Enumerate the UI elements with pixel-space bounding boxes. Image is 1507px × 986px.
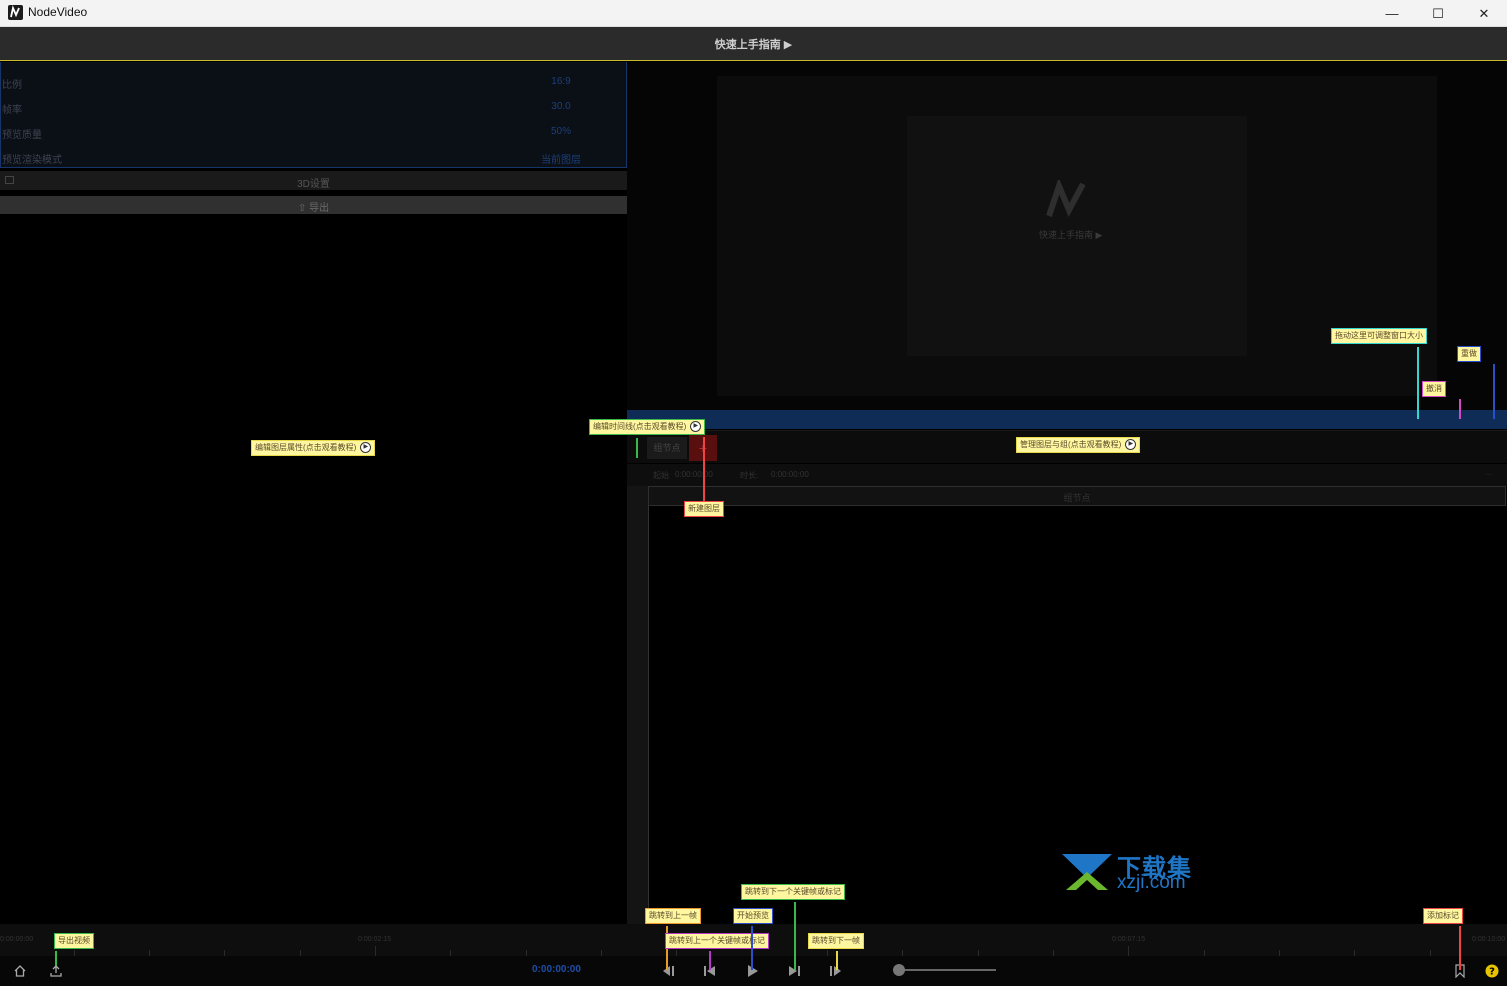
ruler-tick [1128,946,1129,956]
property-row-preview-quality[interactable]: 预览质量 50% [1,120,626,144]
callout-prev-frame[interactable]: 跳转到上一帧 [645,908,701,924]
app-title: NodeVideo [28,5,88,19]
group-node-row[interactable]: 组节点 [648,486,1506,506]
layer-rail [627,464,648,924]
zoom-slider-track[interactable] [898,969,996,971]
callout-line [1417,347,1419,419]
property-label: 预览渲染模式 [2,155,62,166]
settings-3d-label: 3D设置 [297,179,330,190]
callout-undo[interactable]: 撤消 [1422,381,1446,397]
play-circle-icon: ▶ [1125,439,1137,451]
callout-edit-timeline[interactable]: 编辑时间线(点击观看教程) ▶ [589,419,706,435]
watermark-url: xzji.com [1117,872,1186,893]
upload-icon: ⇧ [297,203,310,214]
callout-edit-layer-props[interactable]: 编辑图层属性(点击观看教程) ▶ [251,440,376,456]
preview-guide-label[interactable]: 快速上手指南 ▶ [1039,228,1102,241]
property-value[interactable]: 50% [521,126,601,137]
project-properties-panel: 比例 16:9 帧率 30.0 预览质量 50% 预览渲染模式 当前图层 [0,62,627,168]
nodevideo-logo-icon [1045,177,1089,223]
callout-next-frame[interactable]: 跳转到下一帧 [808,933,864,949]
ruler-label: 0:00:00:00 [0,936,34,943]
callout-line [709,951,711,970]
quick-start-label[interactable]: 快速上手指南 ▶ [715,36,793,52]
callout-line [1459,926,1461,970]
export-label: ⇧ 导出 [297,203,330,214]
callout-new-layer[interactable]: 新建图层 [684,501,724,517]
layer-time-row: 起始 0:00:00:00 时长: 0:00:00:00 ··· [627,464,1507,486]
group-node-tab[interactable]: 组节点 [647,437,687,459]
preview-area[interactable]: 快速上手指南 ▶ [627,62,1507,412]
callout-start-preview[interactable]: 开始预览 [733,908,773,924]
property-label: 比例 [2,80,22,91]
ruler-label: 0:00:10:00 [1472,936,1506,943]
export-bar[interactable]: ⇧ 导出 [0,196,627,214]
ruler-tick [375,946,376,956]
callout-export-video[interactable]: 导出视频 [54,933,94,949]
start-value[interactable]: 0:00:00:00 [675,470,713,479]
resize-handle[interactable] [627,410,1507,429]
callout-line [794,902,796,970]
callout-line [55,951,57,966]
more-icon[interactable]: ··· [1485,470,1493,479]
ruler-label: 0:00:07:15 [1112,936,1146,943]
title-bar: NodeVideo — ☐ ✕ [0,0,1507,27]
app-logo-icon [8,5,23,20]
home-icon[interactable] [10,961,30,981]
group-node-label: 组节点 [1063,493,1091,503]
quick-start-bar[interactable]: 快速上手指南 ▶ [0,27,1507,61]
property-row-render-mode[interactable]: 预览渲染模式 当前图层 [1,145,626,169]
minimize-button[interactable]: — [1369,0,1415,27]
property-row-framerate[interactable]: 帧率 30.0 [1,95,626,119]
callout-next-key[interactable]: 跳转到下一个关键帧或标记 [741,884,845,900]
callout-line [636,438,638,458]
ruler-label: 0:00:02:15 [358,936,392,943]
current-timecode[interactable]: 0:00:00:00 [532,964,581,975]
property-label: 帧率 [2,105,22,116]
callout-line [836,951,838,970]
property-row-ratio[interactable]: 比例 16:9 [1,70,626,94]
property-label: 预览质量 [2,130,42,141]
playback-controls: 0:00:00:00 ? [0,956,1507,986]
maximize-button[interactable]: ☐ [1415,0,1461,27]
property-value[interactable]: 30.0 [521,101,601,112]
svg-text:?: ? [1489,967,1495,978]
callout-line [1493,364,1495,419]
callout-line [1459,399,1461,419]
settings-3d-bar[interactable]: 3D设置 [0,171,627,190]
duration-value[interactable]: 0:00:00:00 [771,470,809,479]
callout-manage-layers[interactable]: 管理图层与组(点击观看教程) ▶ [1016,437,1141,453]
property-value[interactable]: 当前图层 [521,151,601,166]
prev-frame-icon[interactable] [658,961,678,981]
callout-line [703,437,705,501]
zoom-slider-knob[interactable] [893,964,905,976]
duration-label: 时长: [740,471,759,480]
play-circle-icon: ▶ [690,421,702,433]
callout-line [751,926,753,970]
callout-prev-key[interactable]: 跳转到上一个关键帧或标记 [665,933,769,949]
start-label: 起始 [653,471,669,480]
callout-resize-window[interactable]: 拖动这里可调整窗口大小 [1331,328,1427,344]
callout-add-marker[interactable]: 添加标记 [1423,908,1463,924]
watermark-logo-icon [1060,852,1114,895]
close-button[interactable]: ✕ [1461,0,1507,27]
property-value[interactable]: 16:9 [521,76,601,87]
help-icon[interactable]: ? [1482,961,1502,981]
play-circle-icon: ▶ [360,442,372,454]
callout-redo[interactable]: 重做 [1457,346,1481,362]
